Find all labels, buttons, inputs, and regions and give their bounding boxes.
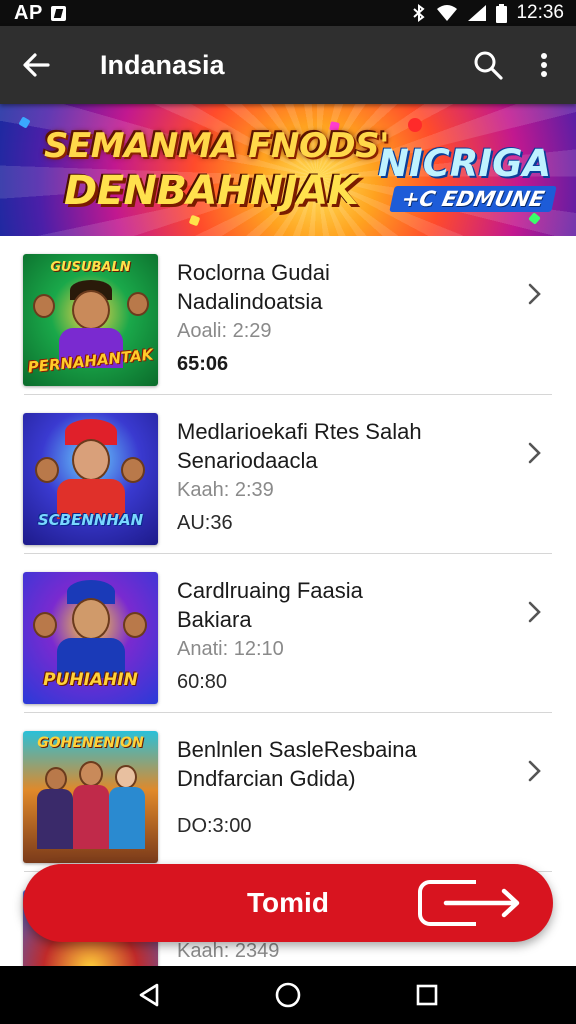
thumb-text-top: GOHENENION xyxy=(37,735,144,751)
chevron-right-icon[interactable] xyxy=(521,440,547,466)
item-title-line2: Senariodaacla xyxy=(177,448,318,473)
banner-right-subtitle: +C EDMUNE xyxy=(389,186,557,212)
thumb-figure-face xyxy=(45,767,67,791)
banner-right-title: NICRIGA xyxy=(378,142,552,185)
more-vert-icon xyxy=(541,53,547,77)
thumb-text-top: GUSUBALN xyxy=(50,260,131,275)
thumb-figure-body xyxy=(37,789,73,849)
list-item[interactable]: GOHENENION Benlnlen SasleResbaina Dndfar… xyxy=(0,713,576,872)
promo-banner[interactable]: SEMANMA FNODS' DENBAHNJAK NICRIGA +C EDM… xyxy=(0,104,576,236)
item-duration: 60:80 xyxy=(177,671,228,693)
thumb-figure-face xyxy=(123,612,147,638)
item-title-line1: Cardlruaing Faasia xyxy=(177,578,363,603)
item-thumbnail: GOHENENION xyxy=(23,731,158,863)
item-title-line2: Dndfarcian Gdida) xyxy=(177,766,356,791)
thumb-figure-face xyxy=(33,294,55,318)
item-meta: Aoali: 2:29 xyxy=(177,320,272,342)
thumb-figure-face xyxy=(72,290,110,330)
item-meta: Kaah: 2:39 xyxy=(177,479,274,501)
thumb-figure-body xyxy=(109,787,145,849)
thumb-figure-face xyxy=(72,598,110,640)
confetti xyxy=(188,214,201,227)
exit-arrow-icon xyxy=(418,880,520,926)
battery-icon xyxy=(496,3,508,23)
item-duration: AU:36 xyxy=(177,512,233,534)
thumb-figure-face xyxy=(121,457,145,483)
page-title: Indanasia xyxy=(100,49,225,80)
chevron-right-icon[interactable] xyxy=(521,281,547,307)
item-title-line2: Nadalindoatsia xyxy=(177,289,323,314)
chevron-right-icon[interactable] xyxy=(521,758,547,784)
item-title-line1: Benlnlen SasleResbaina xyxy=(177,737,417,762)
status-bar: AP 12:36 xyxy=(0,0,576,26)
status-ap-label: AP xyxy=(14,1,43,24)
item-thumbnail: PUHIAHIN xyxy=(23,572,158,704)
system-nav-bar xyxy=(0,966,576,1024)
item-meta: Anati: 12:10 xyxy=(177,638,284,660)
thumb-figure-face xyxy=(35,457,59,483)
item-title-line1: Medlarioekafi Rtes Salah xyxy=(177,419,422,444)
search-button[interactable] xyxy=(460,26,516,104)
thumb-figure-face xyxy=(127,292,149,316)
thumb-figure-face xyxy=(33,612,57,638)
confetti xyxy=(408,118,422,132)
search-icon xyxy=(474,51,503,80)
item-thumbnail: SCBENNHAN xyxy=(23,413,158,545)
list-item[interactable]: GUSUBALN PERNAHANTAK Roclorna Gudai Nada… xyxy=(0,236,576,395)
home-circle-icon xyxy=(275,982,301,1008)
item-meta: Kaah: 2349 xyxy=(177,940,280,962)
app-bar: Indanasia xyxy=(0,26,576,104)
thumb-text-bottom: PUHIAHIN xyxy=(43,670,138,690)
status-right: 12:36 xyxy=(411,2,564,24)
banner-title-line1: SEMANMA FNODS' xyxy=(44,126,390,166)
item-thumbnail: GUSUBALN PERNAHANTAK xyxy=(23,254,158,386)
item-duration: DO:3:00 xyxy=(177,815,252,837)
confetti xyxy=(18,116,31,129)
wifi-icon xyxy=(436,4,458,22)
back-arrow-icon xyxy=(23,53,50,77)
thumb-figure-face xyxy=(72,439,110,481)
signal-icon xyxy=(467,4,487,22)
thumb-text-bottom: SCBENNHAN xyxy=(37,511,144,529)
bluetooth-icon xyxy=(411,4,427,22)
nav-recents-button[interactable] xyxy=(407,975,447,1015)
chevron-right-icon[interactable] xyxy=(521,599,547,625)
thumb-figure-body xyxy=(73,785,109,849)
confetti xyxy=(528,212,541,225)
thumb-figure-face xyxy=(79,761,103,787)
item-title-line2: Bakiara xyxy=(177,607,252,632)
thumb-figure-face xyxy=(115,765,137,789)
status-time: 12:36 xyxy=(516,2,564,23)
app-screen: AP 12:36 Indanasia SEMANMA FNODS' DENBAH… xyxy=(0,0,576,1024)
status-left: AP xyxy=(14,2,66,25)
notification-icon xyxy=(50,5,66,21)
recents-square-icon xyxy=(416,984,437,1006)
banner-title-line2: DENBAHNJAK xyxy=(64,168,359,214)
primary-action-button[interactable]: Tomid xyxy=(23,864,553,942)
item-duration: 65:06 xyxy=(177,353,229,375)
nav-back-button[interactable] xyxy=(129,975,169,1015)
primary-action-label: Tomid xyxy=(247,887,329,918)
back-button[interactable] xyxy=(0,26,72,104)
list-item[interactable]: PUHIAHIN Cardlruaing Faasia Bakiara Anat… xyxy=(0,554,576,713)
item-title-line1: Roclorna Gudai xyxy=(177,260,330,285)
list-item[interactable]: SCBENNHAN Medlarioekafi Rtes Salah Senar… xyxy=(0,395,576,554)
nav-home-button[interactable] xyxy=(268,975,308,1015)
more-options-button[interactable] xyxy=(516,26,572,104)
back-triangle-icon xyxy=(140,983,159,1007)
